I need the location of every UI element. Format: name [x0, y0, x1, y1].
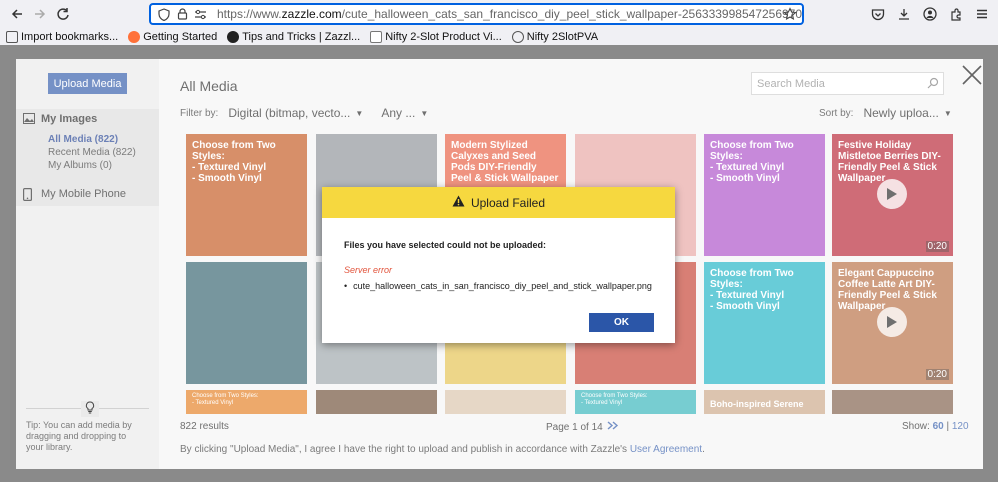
bookmark-item[interactable]: Nifty 2SlotPVA — [511, 30, 598, 43]
account-icon[interactable] — [920, 4, 940, 24]
import-icon — [6, 30, 18, 43]
menu-icon[interactable] — [972, 4, 992, 24]
back-arrow-icon[interactable] — [5, 2, 29, 26]
bullet-icon: • — [344, 281, 348, 291]
bookmark-item[interactable]: Nifty 2-Slot Product Vi... — [370, 30, 502, 43]
dialog-error: Server error — [344, 265, 393, 275]
dialog-title: Upload Failed — [470, 195, 546, 210]
forward-arrow-icon[interactable] — [28, 2, 52, 26]
shield-icon[interactable] — [157, 6, 172, 22]
lock-icon[interactable] — [175, 6, 190, 22]
lightbulb-icon — [81, 401, 99, 417]
globe-icon — [511, 30, 524, 43]
pocket-icon[interactable] — [868, 4, 888, 24]
bookmark-star-icon[interactable] — [783, 7, 797, 24]
dialog-message: Files you have selected could not be upl… — [344, 240, 547, 250]
warning-icon — [452, 195, 465, 210]
page-icon — [370, 30, 383, 43]
download-icon[interactable] — [894, 4, 914, 24]
browser-toolbar: https://www.zazzle.com/cute_halloween_ca… — [0, 0, 998, 28]
bookmarks-bar: Import bookmarks... Getting Started Tips… — [0, 28, 998, 45]
failed-file-item: • cute_halloween_cats_in_san_francisco_d… — [344, 281, 652, 291]
zazzle-icon — [227, 30, 240, 43]
url-text[interactable]: https://www.zazzle.com/cute_halloween_ca… — [217, 7, 802, 21]
extensions-icon[interactable] — [946, 4, 966, 24]
bookmark-item[interactable]: Tips and Tricks | Zazzl... — [227, 30, 360, 43]
address-bar[interactable]: https://www.zazzle.com/cute_halloween_ca… — [149, 3, 804, 25]
reload-icon[interactable] — [51, 2, 75, 26]
dialog-header: Upload Failed — [322, 187, 675, 218]
upload-failed-dialog: Upload Failed Files you have selected co… — [322, 187, 675, 343]
firefox-icon — [128, 30, 141, 43]
permissions-icon[interactable] — [193, 6, 208, 22]
bookmark-item[interactable]: Getting Started — [128, 30, 217, 43]
ok-button[interactable]: OK — [589, 313, 654, 332]
bookmark-item[interactable]: Import bookmarks... — [6, 30, 118, 43]
